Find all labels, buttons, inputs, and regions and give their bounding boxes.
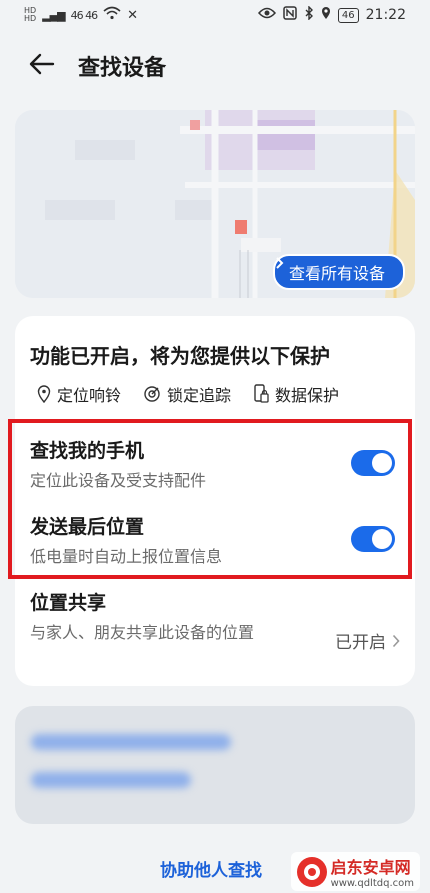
protection-label: 数据保护 (275, 386, 340, 405)
share-icon: ✕ (127, 7, 138, 23)
protection-data: 数据保护 (253, 382, 339, 406)
map-view[interactable]: 查看所有设备 (15, 110, 415, 298)
status-right: 46 21:22 (257, 5, 406, 24)
back-button[interactable] (26, 48, 58, 80)
help-others-find-link[interactable]: 协助他人查找 (160, 856, 262, 881)
watermark-text: 启东安卓网 www.qdltdq.com (331, 854, 414, 889)
location-share-title: 位置共享 (30, 592, 107, 614)
feature-heading: 功能已开启，将为您提供以下保护 (30, 344, 330, 368)
nfc-icon (283, 6, 297, 24)
protection-list: 定位响铃 锁定追踪 数据保护 (37, 382, 339, 406)
protection-label: 定位响铃 (57, 386, 122, 405)
signal-text: 46 46 (70, 8, 98, 22)
wifi-icon (103, 6, 121, 24)
status-time: 21:22 (365, 7, 406, 23)
chevron-right-icon (392, 634, 400, 647)
app-header: 查找设备 (0, 40, 430, 88)
location-share-status[interactable]: 已开启 (335, 628, 400, 653)
watermark-name: 启东安卓网 (330, 858, 411, 877)
data-protect-icon (254, 384, 269, 403)
signal-icon: ▂▄▆ (42, 8, 65, 22)
location-icon (321, 6, 331, 24)
watermark-logo-icon (296, 856, 327, 887)
protection-lock-track: 锁定追踪 (143, 382, 231, 406)
blurred-line (31, 734, 231, 750)
lock-track-icon (144, 386, 160, 402)
status-left: HD HD ▂▄▆ 46 46 ✕ (24, 6, 138, 24)
highlight-box (8, 419, 412, 579)
eye-icon (257, 7, 276, 23)
watermark-url: www.qdltdq.com (330, 878, 414, 889)
bluetooth-icon (304, 5, 314, 24)
blurred-line (31, 772, 191, 788)
watermark: 启东安卓网 www.qdltdq.com (290, 852, 420, 891)
page-title: 查找设备 (78, 56, 167, 81)
view-all-devices-button[interactable]: 查看所有设备 (272, 254, 405, 290)
location-pin-icon (37, 385, 51, 403)
location-share-desc: 与家人、朋友共享此设备的位置 (30, 623, 255, 642)
sim2-label: HD (24, 14, 37, 23)
view-all-devices-label: 查看所有设备 (288, 264, 385, 283)
protection-locate-ring: 定位响铃 (37, 382, 121, 406)
status-bar: HD HD ▂▄▆ 46 46 ✕ 46 21:22 (0, 0, 430, 32)
back-arrow-icon (29, 53, 55, 75)
location-share-status-label: 已开启 (335, 633, 386, 653)
blurred-card (15, 706, 415, 824)
sim-indicators: HD HD (24, 7, 36, 23)
protection-label: 锁定追踪 (167, 386, 232, 405)
setting-location-share[interactable]: 位置共享 与家人、朋友共享此设备的位置 已开启 (30, 588, 400, 653)
battery-indicator: 46 (337, 7, 359, 23)
